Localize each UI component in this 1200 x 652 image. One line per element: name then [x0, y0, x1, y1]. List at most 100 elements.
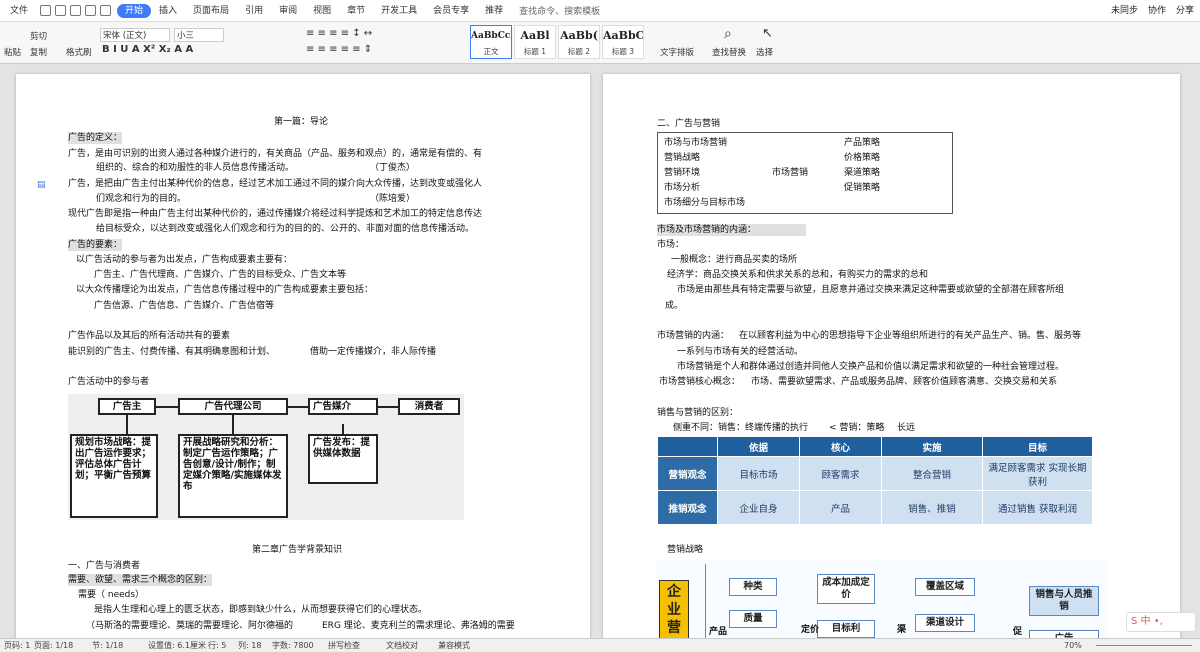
- style-option[interactable]: AaBb(标题 2: [558, 25, 600, 59]
- file-menu[interactable]: 文件: [4, 0, 34, 22]
- tab-开始[interactable]: 开始: [117, 3, 152, 18]
- strategy-label: 促: [1013, 627, 1023, 637]
- box-item: 营销环境: [664, 168, 701, 178]
- format-painter-button[interactable]: 格式刷: [66, 46, 92, 58]
- table-cell: 整合营销: [881, 456, 983, 491]
- text-line: 市场：: [657, 240, 685, 250]
- table-cell: 满足顾客需求 实现长期获利: [982, 456, 1093, 491]
- section-title: 二、广告与营销: [657, 119, 721, 129]
- style-label: 标题 3: [611, 47, 635, 56]
- copy-button[interactable]: 复制: [30, 46, 47, 58]
- sogou-input-badge[interactable]: S 中 •,: [1126, 612, 1196, 632]
- select-button[interactable]: 选择: [756, 46, 773, 58]
- redo-icon[interactable]: [100, 5, 112, 16]
- text-line: 以大众传播理论为出发点，广告信息传播过程中的广告构成要素主要包括：: [76, 285, 374, 295]
- flow-arrow: [378, 406, 398, 408]
- cut-button[interactable]: 剪切: [30, 30, 47, 42]
- quick-access: [34, 5, 117, 16]
- title-bar: 文件 开始 插入 页面布局 引用 审阅 视图 章节 开发工具 会员专享 推荐 查找命令、搜索模板 …: [0, 0, 1200, 22]
- text-line: 广告活动中的参与者: [68, 377, 150, 387]
- find-icon[interactable]: ⌕: [724, 26, 732, 42]
- box-item: 渠道策略: [844, 168, 881, 178]
- chapter-title: 第一篇：导论: [274, 117, 329, 127]
- size-select[interactable]: 小三: [174, 28, 224, 42]
- table-cell: 顾客需求: [799, 456, 882, 491]
- compat-mode: 兼容模式: [438, 641, 470, 650]
- share-button[interactable]: 分享: [1176, 0, 1194, 22]
- table-cell: [657, 436, 718, 457]
- table-cell: 产品: [799, 490, 882, 525]
- page-right: 二、广告与营销 市场与市场营销 营销战略 营销环境 市场分析 市场细分与目标市场…: [603, 74, 1180, 644]
- tab-审阅[interactable]: 审阅: [271, 0, 305, 22]
- undo-icon[interactable]: [85, 5, 97, 16]
- sync-status[interactable]: 未同步: [1111, 0, 1138, 22]
- strategy-box: 种类: [729, 578, 777, 596]
- elements-header: 广告的要素：: [68, 239, 123, 251]
- box-item: 市场营销: [772, 168, 809, 178]
- tab-引用[interactable]: 引用: [237, 0, 271, 22]
- style-option[interactable]: AaBbC 标题 3: [602, 25, 644, 59]
- zoom-level[interactable]: 70%: [1064, 639, 1082, 652]
- search-input[interactable]: 查找命令、搜索模板: [519, 4, 600, 17]
- paragraph-toolbar[interactable]: ≡ ≡ ≡ ≡ ↕ ↔: [306, 28, 372, 39]
- text-line: 需要、欲望、需求三个概念的区别：: [68, 574, 213, 586]
- save-icon[interactable]: [40, 5, 52, 16]
- flow-box: 规划市场战略：提出广告运作要求；评估总体广告计划；平衡广告预算: [70, 434, 158, 518]
- zoom-slider[interactable]: [1096, 645, 1192, 646]
- text-line: 营销战略: [667, 545, 704, 555]
- flow-head: 广告代理公司: [178, 398, 288, 415]
- paste-button[interactable]: 粘贴: [4, 46, 21, 58]
- text-line: 销售与营销的区别：: [657, 408, 739, 418]
- find-replace-button[interactable]: 查找替换: [712, 46, 746, 58]
- def-header: 广告的定义：: [68, 132, 123, 144]
- text-line: 现代广告即是指一种由广告主付出某种代价的，通过传播媒介将经过科学提炼和艺术加工的…: [68, 209, 483, 219]
- flow-box: 广告发布：提供媒体数据: [308, 434, 378, 484]
- tab-推荐[interactable]: 推荐: [477, 0, 511, 22]
- style-option[interactable]: AaBbCcI 正文: [470, 25, 512, 59]
- print-icon[interactable]: [55, 5, 67, 16]
- tab-插入[interactable]: 插入: [151, 0, 185, 22]
- text-line: 给目标受众，以达到改变或强化人们观念和行为的目的的、公开的、非面对面的信息传播活…: [96, 224, 475, 234]
- box-item: 促销策略: [844, 183, 881, 193]
- doc-proof[interactable]: 文档校对: [386, 639, 418, 652]
- status-row: 行: 5: [208, 641, 227, 650]
- participants-diagram: 广告主 广告代理公司 广告媒介 消费者 规划市场战略：提出广告运作要求；评估总体…: [68, 394, 464, 520]
- box-item: 营销战略: [664, 153, 701, 163]
- style-option[interactable]: AaBl 标题 1: [514, 25, 556, 59]
- text-line: 市场营销核心概念：: [659, 377, 741, 387]
- style-preview: AaBb(: [560, 29, 598, 42]
- strategy-label: 渠: [897, 625, 907, 635]
- table-cell: 目标市场: [717, 456, 800, 491]
- tab-开发工具[interactable]: 开发工具: [373, 0, 425, 22]
- collab-button[interactable]: 协作: [1148, 0, 1166, 22]
- tab-会员专享[interactable]: 会员专享: [425, 0, 477, 22]
- text-line: 广告作品以及其后的所有活动共有的要素: [68, 331, 231, 341]
- flow-line: [126, 414, 128, 434]
- style-label: 标题 1: [523, 47, 547, 56]
- table-row: 营销观念 目标市场 顾客需求 整合营销 满足顾客需求 实现长期获利: [657, 456, 1093, 491]
- select-icon[interactable]: ↖: [762, 26, 773, 41]
- text-line: 广告信源、广告信息、广告媒介、广告信宿等: [94, 301, 275, 311]
- tab-章节[interactable]: 章节: [339, 0, 373, 22]
- text-line: （陈培爱）: [370, 194, 416, 204]
- comparison-table: 依据 核心 实施 目标 营销观念 目标市场 顾客需求 整合营销 满足顾客需求 实…: [657, 436, 1093, 525]
- text-line: 能识别的广告主、付费传播、有其明确意图和计划、: [68, 347, 276, 357]
- strategy-box: 质量: [729, 610, 777, 628]
- spell-check[interactable]: 拼写检查: [328, 639, 360, 652]
- tab-视图[interactable]: 视图: [305, 0, 339, 22]
- align-toolbar[interactable]: ≡ ≡ ≡ ≡ ≡ ⇕: [306, 44, 372, 55]
- text-layout-button[interactable]: 文字排版: [660, 46, 694, 58]
- box-item: 产品策略: [844, 138, 881, 148]
- tab-页面布局[interactable]: 页面布局: [185, 0, 237, 22]
- font-select[interactable]: 宋体 (正文): [100, 28, 170, 42]
- text-line: 市场是由那些具有特定需要与欲望，且愿意并通过交换来满足这种需要或欲望的全部潜在顾…: [677, 285, 1065, 295]
- status-words[interactable]: 字数: 7800: [272, 639, 314, 652]
- format-toolbar[interactable]: B I U A X² X₂ A A: [102, 44, 193, 55]
- top-right-actions: 未同步 协作 分享: [1111, 0, 1194, 22]
- comment-icon[interactable]: ▤: [37, 180, 46, 190]
- status-pages[interactable]: 页面: 1/18: [34, 639, 73, 652]
- strategy-box: 成本加成定价: [817, 574, 875, 604]
- strategy-box: 企业营: [659, 580, 689, 644]
- preview-icon[interactable]: [70, 5, 82, 16]
- text-line: 以广告活动的参与者为出发点，广告构成要素主要有：: [76, 255, 293, 265]
